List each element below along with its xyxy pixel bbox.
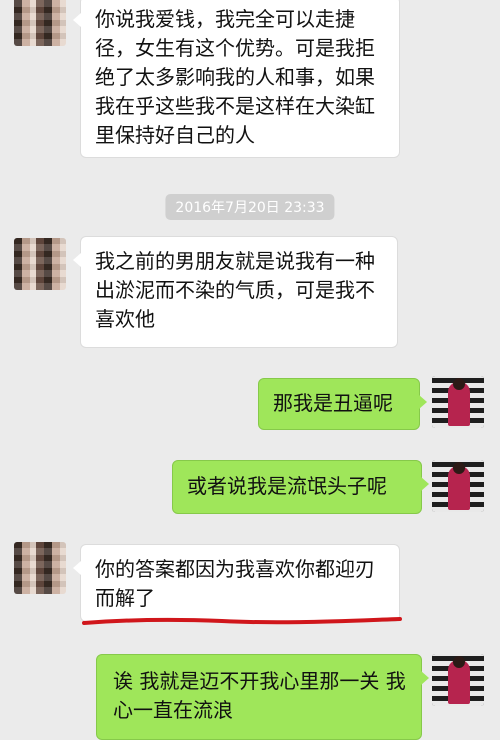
contact-avatar-icon[interactable] [14, 238, 66, 290]
contact-avatar-icon[interactable] [14, 0, 66, 46]
message-text: 或者说我是流氓头子呢 [187, 474, 387, 498]
message-text: 我之前的男朋友就是说我有一种出淤泥而不染的气质，可是我不喜欢他 [95, 249, 375, 331]
timestamp: 2016年7月20日 23:33 [165, 194, 335, 220]
my-avatar-icon[interactable] [432, 654, 484, 706]
my-avatar-icon[interactable] [432, 376, 484, 428]
message-text: 你的答案都因为我喜欢你都迎刃而解了 [95, 557, 375, 610]
message-bubble[interactable]: 你的答案都因为我喜欢你都迎刃而解了 [73, 544, 400, 622]
avatar-head [453, 378, 465, 390]
message-text: 你说我爱钱，我完全可以走捷径，女生有这个优势。可是我拒绝了太多影响我的人和事，如… [95, 7, 375, 147]
message-bubble[interactable]: 你说我爱钱，我完全可以走捷径，女生有这个优势。可是我拒绝了太多影响我的人和事，如… [73, 0, 400, 158]
message-bubble[interactable]: 诶 我就是迈不开我心里那一关 我心一直在流浪 [96, 654, 429, 740]
avatar-head [453, 462, 465, 474]
message-bubble[interactable]: 或者说我是流氓头子呢 [172, 460, 429, 514]
my-avatar-icon[interactable] [432, 460, 484, 512]
message-text: 那我是丑逼呢 [273, 391, 393, 415]
message-bubble[interactable]: 那我是丑逼呢 [258, 378, 427, 430]
contact-avatar-icon[interactable] [14, 542, 66, 594]
message-bubble[interactable]: 我之前的男朋友就是说我有一种出淤泥而不染的气质，可是我不喜欢他 [73, 236, 398, 348]
avatar-head [453, 656, 465, 668]
message-text: 诶 我就是迈不开我心里那一关 我心一直在流浪 [113, 669, 406, 722]
red-underline-annotation [82, 617, 402, 625]
